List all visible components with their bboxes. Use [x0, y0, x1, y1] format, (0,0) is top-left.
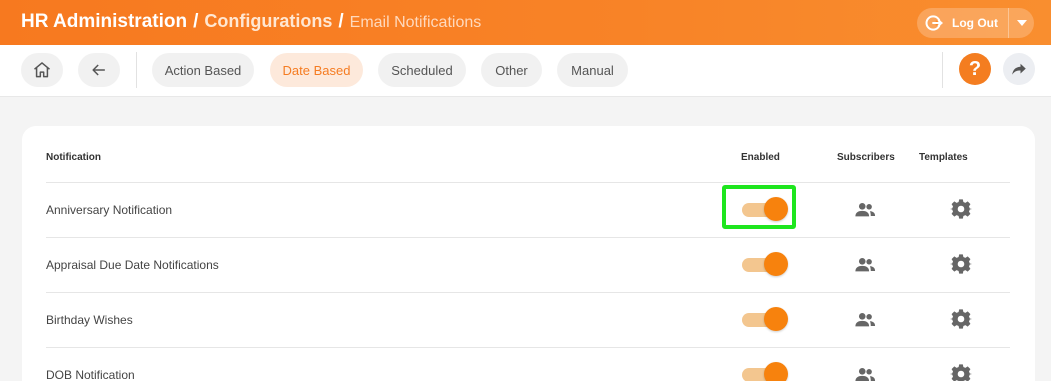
breadcrumb: HR Administration / Configurations / Ema…: [21, 11, 481, 33]
logout-label: Log Out: [952, 16, 998, 30]
home-button[interactable]: [21, 53, 63, 87]
column-header-notification: Notification: [46, 152, 101, 163]
notification-name: Appraisal Due Date Notifications: [46, 258, 219, 272]
breadcrumb-separator: /: [338, 11, 344, 32]
help-button[interactable]: ?: [959, 53, 991, 85]
logout-dropdown-toggle[interactable]: [1009, 8, 1034, 38]
subscribers-icon[interactable]: [854, 309, 876, 331]
gear-icon[interactable]: [950, 253, 972, 275]
toolbar-divider: [136, 52, 137, 88]
tab-other[interactable]: Other: [481, 53, 542, 87]
column-header-subscribers: Subscribers: [837, 152, 895, 163]
column-header-enabled: Enabled: [741, 152, 780, 163]
back-button[interactable]: [78, 53, 120, 87]
enabled-toggle[interactable]: [740, 197, 790, 223]
logout-button[interactable]: Log Out: [917, 8, 1009, 38]
tab-action-based[interactable]: Action Based: [152, 53, 254, 87]
help-icon: ?: [968, 57, 982, 80]
share-icon: [1012, 63, 1026, 75]
share-button[interactable]: [1003, 53, 1035, 85]
notifications-card: [22, 126, 1035, 381]
breadcrumb-hr-administration[interactable]: HR Administration: [21, 11, 187, 33]
toolbar-divider: [942, 52, 943, 88]
breadcrumb-email-notifications: Email Notifications: [349, 14, 482, 31]
enabled-toggle[interactable]: [740, 252, 790, 278]
notification-name: Anniversary Notification: [46, 203, 173, 217]
row-divider: [46, 237, 1010, 238]
toolbar: Action Based Date Based Scheduled Other …: [0, 45, 1051, 97]
subscribers-icon[interactable]: [854, 199, 876, 221]
chevron-down-icon: [1016, 20, 1027, 26]
subscribers-icon[interactable]: [854, 254, 876, 276]
tab-scheduled[interactable]: Scheduled: [378, 53, 466, 87]
breadcrumb-separator: /: [193, 11, 199, 32]
enabled-toggle[interactable]: [740, 307, 790, 333]
tab-date-based[interactable]: Date Based: [270, 53, 363, 87]
tab-manual[interactable]: Manual: [557, 53, 628, 87]
logout-icon: [925, 15, 944, 31]
column-header-templates: Templates: [919, 152, 968, 163]
gear-icon[interactable]: [950, 308, 972, 330]
row-divider: [46, 292, 1010, 293]
notification-name: DOB Notification: [46, 368, 135, 381]
subscribers-icon[interactable]: [854, 364, 876, 381]
gear-icon[interactable]: [950, 363, 972, 381]
app-header: HR Administration / Configurations / Ema…: [0, 0, 1051, 45]
row-divider: [46, 182, 1010, 183]
row-divider: [46, 347, 1010, 348]
logout-group: Log Out: [917, 8, 1034, 38]
enabled-toggle[interactable]: [740, 362, 790, 381]
gear-icon[interactable]: [950, 198, 972, 220]
breadcrumb-configurations[interactable]: Configurations: [204, 11, 332, 32]
home-icon: [34, 62, 50, 78]
back-arrow-icon: [92, 64, 105, 76]
notification-name: Birthday Wishes: [46, 313, 133, 327]
